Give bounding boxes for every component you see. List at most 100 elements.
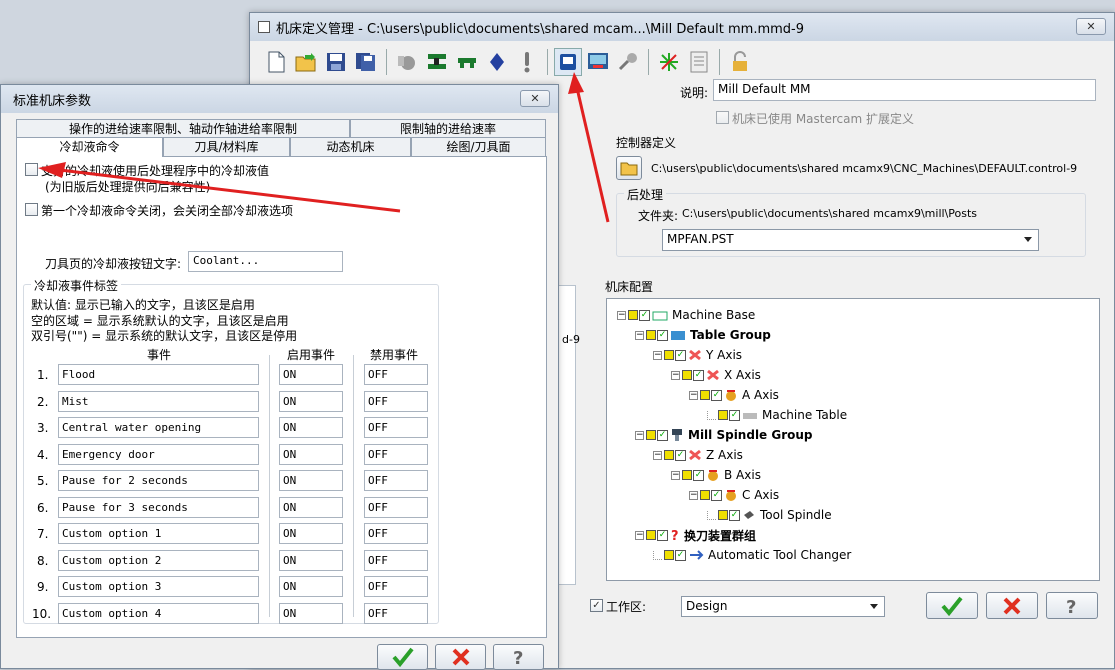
- tree-expander-icon[interactable]: −: [635, 330, 644, 340]
- on-event-field[interactable]: ON: [279, 496, 343, 518]
- off-event-field[interactable]: OFF: [364, 549, 428, 571]
- post-tool-icon[interactable]: [614, 48, 642, 76]
- main-help-button[interactable]: ?: [1046, 592, 1098, 619]
- visibility-icon[interactable]: [700, 490, 710, 500]
- enabled-checkbox[interactable]: ✓: [657, 329, 668, 341]
- on-event-field[interactable]: ON: [279, 576, 343, 597]
- tree-node[interactable]: − ✓ Y Axis: [653, 346, 742, 364]
- axis-icon[interactable]: [655, 48, 683, 76]
- visibility-icon[interactable]: [718, 410, 728, 420]
- tree-node[interactable]: − ✓ C Axis: [689, 486, 779, 504]
- list-icon[interactable]: [685, 48, 713, 76]
- off-event-field[interactable]: OFF: [364, 576, 428, 597]
- tree-node[interactable]: ✓ Machine Table: [707, 406, 847, 424]
- event-field[interactable]: Pause for 2 seconds: [58, 470, 259, 491]
- on-event-field[interactable]: ON: [279, 602, 343, 624]
- machine-definition-icon[interactable]: [554, 48, 582, 76]
- workarea-select[interactable]: Design: [681, 596, 885, 617]
- tab-tool-library[interactable]: 刀具/材料库: [163, 137, 290, 156]
- tree-expander-icon[interactable]: −: [689, 490, 698, 500]
- tree-expander-icon[interactable]: −: [635, 530, 644, 540]
- visibility-icon[interactable]: [682, 370, 692, 380]
- on-event-field[interactable]: ON: [279, 417, 343, 438]
- visibility-icon[interactable]: [664, 350, 674, 360]
- on-event-field[interactable]: ON: [279, 364, 343, 385]
- on-event-field[interactable]: ON: [279, 523, 343, 544]
- visibility-icon[interactable]: [664, 550, 674, 560]
- tree-expander-icon[interactable]: −: [653, 350, 662, 360]
- off-event-field[interactable]: OFF: [364, 364, 428, 385]
- enabled-checkbox[interactable]: ✓: [729, 509, 740, 521]
- off-event-field[interactable]: OFF: [364, 470, 428, 491]
- enabled-checkbox[interactable]: ✓: [675, 449, 686, 461]
- tree-node[interactable]: − ✓ B Axis: [671, 466, 761, 484]
- event-field[interactable]: Pause for 3 seconds: [58, 496, 259, 518]
- main-cancel-button[interactable]: [986, 592, 1038, 619]
- tree-node[interactable]: − ✓ X Axis: [671, 366, 761, 384]
- event-field[interactable]: Custom option 1: [58, 523, 259, 544]
- new-file-icon[interactable]: [262, 48, 290, 76]
- slide-icon[interactable]: [453, 48, 481, 76]
- visibility-icon[interactable]: [628, 310, 638, 320]
- tree-expander-icon[interactable]: −: [671, 370, 680, 380]
- on-event-field[interactable]: ON: [279, 390, 343, 412]
- component-icon[interactable]: [393, 48, 421, 76]
- visibility-icon[interactable]: [700, 390, 710, 400]
- dialog-help-button[interactable]: ?: [493, 644, 544, 670]
- tree-node[interactable]: − ✓ Machine Base: [617, 306, 755, 324]
- save-icon[interactable]: [322, 48, 350, 76]
- visibility-icon[interactable]: [682, 470, 692, 480]
- main-ok-button[interactable]: [926, 592, 978, 619]
- tab-axis-feedrate[interactable]: 限制轴的进给速率: [350, 119, 546, 137]
- machine-config-tree[interactable]: − ✓ Machine Base − ✓ Table Group − ✓ Y Axis − ✓ X A…: [606, 298, 1100, 581]
- off-event-field[interactable]: OFF: [364, 523, 428, 544]
- tree-node[interactable]: ✓ Tool Spindle: [707, 506, 832, 524]
- tree-node[interactable]: ✓ Automatic Tool Changer: [653, 546, 851, 564]
- dialog-cancel-button[interactable]: [435, 644, 486, 670]
- off-event-field[interactable]: OFF: [364, 443, 428, 465]
- event-field[interactable]: Custom option 4: [58, 602, 259, 624]
- main-close-button[interactable]: ✕: [1076, 18, 1106, 35]
- tree-node[interactable]: − ✓ Z Axis: [653, 446, 743, 464]
- rail-icon[interactable]: [423, 48, 451, 76]
- on-event-field[interactable]: ON: [279, 549, 343, 571]
- open-folder-icon[interactable]: [292, 48, 320, 76]
- support-coolant-checkbox[interactable]: [25, 163, 38, 176]
- tree-expander-icon[interactable]: [707, 410, 716, 420]
- off-event-field[interactable]: OFF: [364, 390, 428, 412]
- dialog-close-button[interactable]: ✕: [520, 90, 550, 107]
- visibility-icon[interactable]: [646, 330, 656, 340]
- off-event-field[interactable]: OFF: [364, 602, 428, 624]
- enabled-checkbox[interactable]: ✓: [675, 349, 686, 361]
- event-field[interactable]: Central water opening: [58, 417, 259, 438]
- enabled-checkbox[interactable]: ✓: [639, 309, 650, 321]
- enabled-checkbox[interactable]: ✓: [693, 469, 704, 481]
- enabled-checkbox[interactable]: ✓: [711, 489, 722, 501]
- tree-expander-icon[interactable]: −: [635, 430, 644, 440]
- visibility-icon[interactable]: [646, 530, 656, 540]
- visibility-icon[interactable]: [664, 450, 674, 460]
- tree-expander-icon[interactable]: −: [689, 390, 698, 400]
- off-event-field[interactable]: OFF: [364, 417, 428, 438]
- tab-dynamic-machine[interactable]: 动态机床: [290, 137, 411, 156]
- enabled-checkbox[interactable]: ✓: [729, 409, 740, 421]
- on-event-field[interactable]: ON: [279, 470, 343, 491]
- tree-expander-icon[interactable]: −: [671, 470, 680, 480]
- dialog-ok-button[interactable]: [377, 644, 428, 670]
- extended-definition-checkbox[interactable]: [716, 111, 729, 124]
- tree-expander-icon[interactable]: [707, 510, 716, 520]
- post-select[interactable]: MPFAN.PST: [662, 229, 1039, 251]
- on-event-field[interactable]: ON: [279, 443, 343, 465]
- tab-coolant[interactable]: 冷却液命令: [16, 137, 163, 157]
- tree-node[interactable]: − ✓ Mill Spindle Group: [635, 426, 813, 444]
- event-field[interactable]: Custom option 2: [58, 549, 259, 571]
- visibility-icon[interactable]: [718, 510, 728, 520]
- tree-expander-icon[interactable]: −: [653, 450, 662, 460]
- tab-feedrate-limits[interactable]: 操作的进给速率限制、轴动作轴进给率限制: [16, 119, 350, 137]
- save-as-icon[interactable]: [352, 48, 380, 76]
- tree-node[interactable]: − ✓ A Axis: [689, 386, 779, 404]
- lock-icon[interactable]: [726, 48, 754, 76]
- first-coolant-off-checkbox[interactable]: [25, 203, 38, 216]
- off-event-field[interactable]: OFF: [364, 496, 428, 518]
- enabled-checkbox[interactable]: ✓: [711, 389, 722, 401]
